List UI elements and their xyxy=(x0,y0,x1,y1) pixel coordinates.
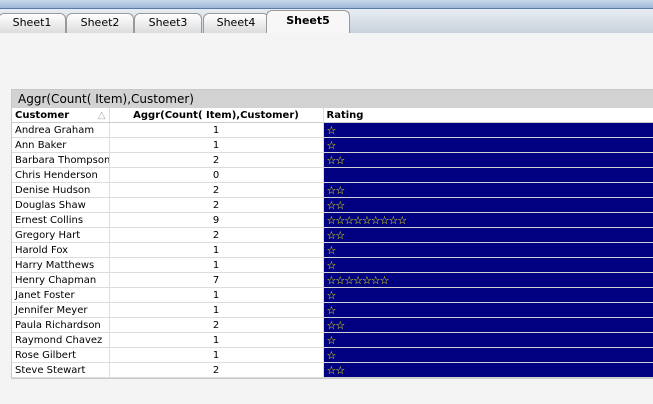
table-row[interactable]: Douglas Shaw 2 ☆☆ xyxy=(12,197,653,213)
customer-cell[interactable]: Andrea Graham xyxy=(12,122,110,138)
rating-stars-icon: ☆☆ xyxy=(323,362,653,378)
rating-stars-icon: ☆☆ xyxy=(323,317,653,333)
customer-cell[interactable]: Raymond Chavez xyxy=(12,332,110,348)
tab-sheet4[interactable]: Sheet4 xyxy=(203,13,269,33)
rating-stars-icon: ☆ xyxy=(323,287,653,303)
count-cell: 1 xyxy=(109,302,324,318)
count-cell: 2 xyxy=(109,197,324,213)
table-row[interactable]: Gregory Hart 2 ☆☆ xyxy=(12,227,653,243)
count-cell: 1 xyxy=(109,347,324,363)
customer-cell[interactable]: Harold Fox xyxy=(12,242,110,258)
customer-cell[interactable]: Henry Chapman xyxy=(12,272,110,288)
count-cell: 1 xyxy=(109,242,324,258)
table-row[interactable]: Denise Hudson 2 ☆☆ xyxy=(12,182,653,198)
customer-cell[interactable]: Jennifer Meyer xyxy=(12,302,110,318)
table-row[interactable]: Harold Fox 1 ☆ xyxy=(12,242,653,258)
tab-sheet3[interactable]: Sheet3 xyxy=(134,13,202,33)
count-cell: 1 xyxy=(109,122,324,138)
count-cell: 9 xyxy=(109,212,324,228)
rating-stars-icon: ☆☆ xyxy=(323,152,653,168)
rating-stars-icon: ☆ xyxy=(323,122,653,138)
count-cell: 2 xyxy=(109,317,324,333)
customer-cell[interactable]: Janet Foster xyxy=(12,287,110,303)
rating-stars-icon: ☆ xyxy=(323,137,653,153)
table-row[interactable]: Rose Gilbert 1 ☆ xyxy=(12,347,653,363)
rating-stars-icon: ☆☆ xyxy=(323,182,653,198)
sheet-tabs: Sheet1 Sheet2 Sheet3 Sheet4 Sheet5 xyxy=(0,9,653,34)
toolbar xyxy=(0,0,653,9)
rating-stars-icon: ☆ xyxy=(323,332,653,348)
count-cell: 1 xyxy=(109,137,324,153)
table-row[interactable]: Barbara Thompson 2 ☆☆ xyxy=(12,152,653,168)
customer-cell[interactable]: Ernest Collins xyxy=(12,212,110,228)
table-row[interactable]: Raymond Chavez 1 ☆ xyxy=(12,332,653,348)
header-label: Customer xyxy=(15,109,70,121)
rating-stars-icon: ☆☆ xyxy=(323,227,653,243)
customer-cell[interactable]: Barbara Thompson xyxy=(12,152,110,168)
rating-stars-icon: ☆ xyxy=(323,242,653,258)
customer-cell[interactable]: Gregory Hart xyxy=(12,227,110,243)
customer-cell[interactable]: Rose Gilbert xyxy=(12,347,110,363)
rating-stars-icon: ☆ xyxy=(323,302,653,318)
count-cell: 7 xyxy=(109,272,324,288)
count-cell: 1 xyxy=(109,287,324,303)
table-row[interactable]: Andrea Graham 1 ☆ xyxy=(12,122,653,138)
customer-cell[interactable]: Harry Matthews xyxy=(12,257,110,273)
table-row[interactable]: Jennifer Meyer 1 ☆ xyxy=(12,302,653,318)
rating-stars-icon: ☆ xyxy=(323,257,653,273)
rating-stars-icon: ☆☆ xyxy=(323,197,653,213)
tab-sheet5[interactable]: Sheet5 xyxy=(266,10,350,34)
count-cell: 2 xyxy=(109,152,324,168)
table-row[interactable]: Chris Henderson 0 xyxy=(12,167,653,183)
count-cell: 2 xyxy=(109,362,324,378)
header-rating[interactable]: Rating xyxy=(323,108,653,123)
table-caption[interactable]: Aggr(Count( Item),Customer) xyxy=(12,90,653,108)
table-row[interactable]: Paula Richardson 2 ☆☆ xyxy=(12,317,653,333)
customer-cell[interactable]: Steve Stewart xyxy=(12,362,110,378)
sort-icon[interactable]: △ xyxy=(98,110,106,121)
count-cell: 1 xyxy=(109,257,324,273)
table-row[interactable]: Ernest Collins 9 ☆☆☆☆☆☆☆☆☆ xyxy=(12,212,653,228)
count-cell: 1 xyxy=(109,332,324,348)
rating-stars-icon: ☆☆☆☆☆☆☆☆☆ xyxy=(323,212,653,228)
rating-stars-icon: ☆ xyxy=(323,347,653,363)
count-cell: 2 xyxy=(109,227,324,243)
tab-sheet1[interactable]: Sheet1 xyxy=(0,13,66,33)
rating-stars-icon xyxy=(323,167,653,183)
header-customer[interactable]: Customer △ xyxy=(12,108,110,123)
rating-stars-icon: ☆☆☆☆☆☆☆ xyxy=(323,272,653,288)
count-cell: 0 xyxy=(109,167,324,183)
customer-cell[interactable]: Paula Richardson xyxy=(12,317,110,333)
table-row[interactable]: Janet Foster 1 ☆ xyxy=(12,287,653,303)
table-row[interactable]: Ann Baker 1 ☆ xyxy=(12,137,653,153)
header-count[interactable]: Aggr(Count( Item),Customer) xyxy=(109,108,324,123)
customer-cell[interactable]: Ann Baker xyxy=(12,137,110,153)
tab-sheet2[interactable]: Sheet2 xyxy=(66,13,134,33)
customer-cell[interactable]: Douglas Shaw xyxy=(12,197,110,213)
customer-cell[interactable]: Chris Henderson xyxy=(12,167,110,183)
table-row[interactable]: Steve Stewart 2 ☆☆ xyxy=(12,362,653,378)
table-row[interactable]: Harry Matthews 1 ☆ xyxy=(12,257,653,273)
count-cell: 2 xyxy=(109,182,324,198)
straight-table: Aggr(Count( Item),Customer) Customer △ Ag… xyxy=(11,89,653,379)
table-row[interactable]: Henry Chapman 7 ☆☆☆☆☆☆☆ xyxy=(12,272,653,288)
customer-cell[interactable]: Denise Hudson xyxy=(12,182,110,198)
